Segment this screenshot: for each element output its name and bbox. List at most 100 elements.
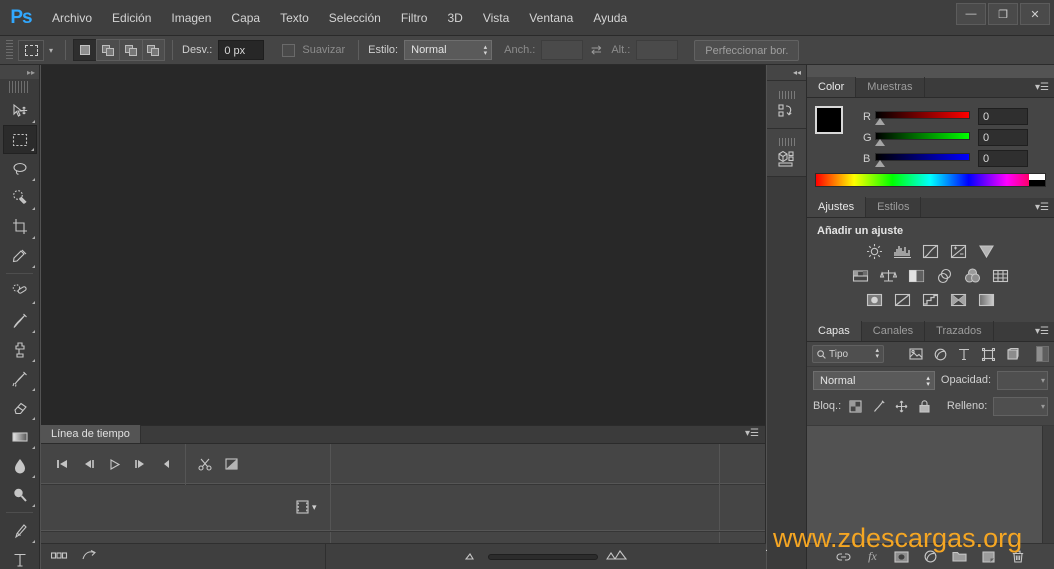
menu-ventana[interactable]: Ventana	[519, 0, 583, 36]
swap-dimensions-icon[interactable]: ⇄	[587, 42, 605, 58]
lasso-tool[interactable]	[3, 154, 37, 183]
green-slider[interactable]	[875, 131, 970, 146]
timeline-zoom-slider[interactable]	[487, 553, 598, 560]
menu-texto[interactable]: Texto	[270, 0, 319, 36]
menu-archivo[interactable]: Archivo	[42, 0, 102, 36]
properties-3d-panel-button[interactable]	[767, 129, 806, 177]
delete-layer-icon[interactable]	[1010, 549, 1026, 565]
tab-capas[interactable]: Capas	[807, 321, 862, 341]
play-icon[interactable]	[101, 450, 127, 478]
layer-list[interactable]	[807, 425, 1054, 544]
panel-menu-icon[interactable]: ▾☰	[1035, 326, 1049, 337]
link-layers-icon[interactable]	[836, 549, 852, 565]
layer-filter-type-select[interactable]: Tipo ▴ ▾	[812, 345, 884, 363]
filter-adjustment-icon[interactable]	[930, 344, 950, 364]
threshold-icon[interactable]	[920, 290, 942, 309]
lock-transparency-icon[interactable]	[847, 398, 864, 415]
canvas-workspace[interactable]	[41, 65, 766, 425]
refine-edge-button[interactable]: Perfeccionar bor.	[694, 39, 800, 61]
maximize-button[interactable]: ❐	[988, 3, 1018, 25]
move-tool[interactable]	[3, 96, 37, 125]
eyedropper-tool[interactable]	[3, 241, 37, 270]
layer-mask-icon[interactable]	[894, 549, 910, 565]
filter-type-icon[interactable]	[954, 344, 974, 364]
subtract-from-selection-button[interactable]	[119, 39, 142, 61]
clone-stamp-tool[interactable]	[3, 335, 37, 364]
new-group-icon[interactable]	[952, 549, 968, 565]
blue-slider[interactable]	[875, 152, 970, 167]
intersect-selection-button[interactable]	[142, 39, 165, 61]
rectangular-marquee-tool[interactable]	[2, 125, 37, 154]
menu-vista[interactable]: Vista	[473, 0, 519, 36]
new-adjustment-layer-icon[interactable]	[923, 549, 939, 565]
add-to-selection-button[interactable]	[96, 39, 119, 61]
layer-list-scrollbar[interactable]	[1042, 426, 1054, 544]
posterize-icon[interactable]	[892, 290, 914, 309]
type-tool[interactable]	[3, 545, 37, 569]
spot-healing-brush-tool[interactable]	[3, 277, 37, 306]
blue-value[interactable]: 0	[978, 150, 1028, 167]
black-white-icon[interactable]	[906, 266, 928, 285]
color-balance-icon[interactable]	[878, 266, 900, 285]
exposure-icon[interactable]	[948, 242, 970, 261]
tab-color[interactable]: Color	[807, 77, 857, 97]
color-spectrum-ramp[interactable]	[815, 173, 1046, 187]
filter-smart-object-icon[interactable]	[1002, 344, 1022, 364]
history-panel-button[interactable]	[767, 81, 806, 129]
height-input[interactable]	[636, 40, 679, 60]
tab-linea-de-tiempo[interactable]: Línea de tiempo	[41, 425, 141, 443]
history-brush-tool[interactable]	[3, 364, 37, 393]
drag-handle[interactable]	[778, 90, 795, 99]
curves-icon[interactable]	[920, 242, 942, 261]
channel-mixer-icon[interactable]	[962, 266, 984, 285]
antialias-checkbox[interactable]	[282, 43, 296, 57]
go-to-first-frame-icon[interactable]	[49, 450, 75, 478]
panel-menu-icon[interactable]: ▾☰	[1035, 202, 1049, 213]
eraser-tool[interactable]	[3, 393, 37, 422]
drag-handle[interactable]	[778, 138, 795, 146]
zoom-out-icon[interactable]	[464, 551, 480, 563]
split-at-playhead-icon[interactable]	[192, 450, 218, 478]
convert-to-frame-animation-icon[interactable]	[81, 549, 97, 565]
close-button[interactable]: ✕	[1020, 3, 1050, 25]
opacity-input[interactable]: ▾	[997, 370, 1048, 390]
width-input[interactable]	[541, 40, 584, 60]
red-slider[interactable]	[875, 110, 970, 125]
toolbox-collapse-icon[interactable]: ▸▸	[0, 65, 39, 79]
tab-ajustes[interactable]: Ajustes	[807, 197, 867, 217]
invert-icon[interactable]	[864, 290, 886, 309]
menu-edicion[interactable]: Edición	[102, 0, 161, 36]
options-bar-grip[interactable]	[6, 40, 13, 60]
feather-input[interactable]: 0 px	[218, 40, 265, 60]
blend-mode-select[interactable]: Normal ▴ ▾	[813, 370, 935, 390]
panel-menu-icon[interactable]: ▾☰	[745, 429, 759, 439]
menu-ayuda[interactable]: Ayuda	[583, 0, 637, 36]
tab-estilos[interactable]: Estilos	[866, 197, 922, 217]
filter-pixel-icon[interactable]	[906, 344, 926, 364]
menu-seleccion[interactable]: Selección	[319, 0, 391, 36]
blur-tool[interactable]	[3, 451, 37, 480]
filter-enable-toggle[interactable]	[1036, 346, 1049, 362]
transition-icon[interactable]	[218, 450, 244, 478]
hue-saturation-icon[interactable]	[850, 266, 872, 285]
dock-collapse-icon[interactable]: ◂◂	[767, 65, 806, 81]
tab-muestras[interactable]: Muestras	[856, 77, 925, 97]
green-value[interactable]: 0	[978, 129, 1028, 146]
gradient-map-icon[interactable]	[976, 290, 998, 309]
new-layer-icon[interactable]	[981, 549, 997, 565]
filmstrip-dropdown[interactable]: ▾	[296, 500, 317, 514]
color-lookup-icon[interactable]	[990, 266, 1012, 285]
render-video-icon[interactable]	[50, 551, 69, 563]
levels-icon[interactable]	[892, 242, 914, 261]
previous-frame-icon[interactable]	[75, 450, 101, 478]
tab-trazados[interactable]: Trazados	[925, 321, 994, 341]
chevron-down-icon[interactable]: ▾	[44, 46, 58, 55]
lock-position-icon[interactable]	[893, 398, 910, 415]
panel-menu-icon[interactable]: ▾☰	[1035, 82, 1049, 93]
red-value[interactable]: 0	[978, 108, 1028, 125]
timeline-track-row[interactable]: ▾ +	[41, 486, 773, 560]
dodge-tool[interactable]	[3, 480, 37, 509]
audio-mute-icon[interactable]	[153, 450, 179, 478]
minimize-button[interactable]: —	[956, 3, 986, 25]
crop-tool[interactable]	[3, 212, 37, 241]
